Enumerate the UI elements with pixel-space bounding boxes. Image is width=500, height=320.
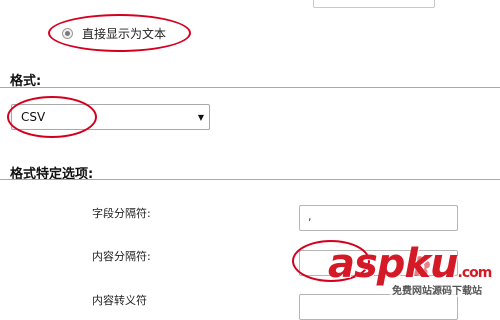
watermark-logo-suffix: .com <box>457 265 493 281</box>
content-escape-label: 内容转义符 <box>92 294 147 307</box>
text-input-top[interactable] <box>313 0 435 8</box>
content-escape-input[interactable] <box>299 294 458 320</box>
content-separator-label: 内容分隔符: <box>92 250 151 263</box>
field-separator-input[interactable]: , <box>299 205 458 231</box>
red-annotation-ellipse <box>48 14 191 52</box>
red-annotation-ellipse <box>7 96 97 138</box>
format-options-divider <box>0 179 500 180</box>
format-divider <box>0 87 500 88</box>
field-separator-label: 字段分隔符: <box>92 207 151 220</box>
watermark-logo-text: aspku <box>328 241 459 287</box>
watermark-tagline: 免费网站源码下载站 <box>390 282 484 297</box>
chevron-down-icon: ▼ <box>197 113 204 122</box>
